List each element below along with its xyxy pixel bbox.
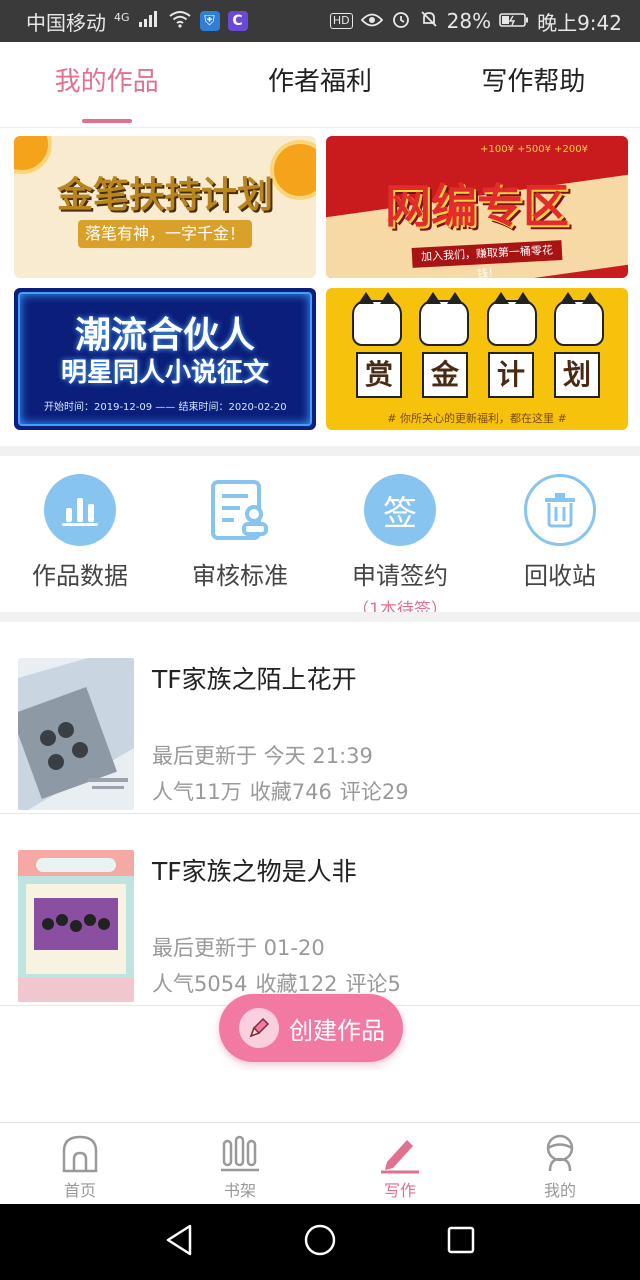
work-favorites: 收藏122: [255, 972, 338, 996]
bar-chart-icon: [44, 474, 116, 546]
work-popularity: 人气11万: [152, 780, 242, 804]
banner-jinbi-plan[interactable]: 金笔扶持计划 落笔有神，一字千金！: [14, 136, 316, 278]
nav-label: 我的: [543, 1181, 576, 1200]
recent-apps-icon[interactable]: [446, 1225, 476, 1259]
banner-shangjin-title: 赏 金 计 划: [356, 352, 600, 398]
pencil-icon: [239, 1008, 279, 1048]
create-work-label: 创建作品: [289, 1016, 385, 1045]
banner-shangjin-char: 计: [488, 352, 534, 398]
c-app-icon: C: [227, 11, 248, 31]
banner-wangbian-title: 网编专区: [385, 179, 569, 233]
action-apply-sign[interactable]: 签 申请签约 （1本待签）: [320, 456, 480, 620]
home-icon: [58, 1131, 102, 1175]
banner-chaoliu-partner[interactable]: 潮流合伙人 明星同人小说征文 开始时间：2019-12-09 —— 结束时间：2…: [14, 288, 316, 430]
work-stats: 人气11万 收藏746 评论29: [152, 776, 417, 806]
sign-icon: 签: [364, 474, 436, 546]
banner-shangjin-char: 划: [554, 352, 600, 398]
top-tabs: 我的作品 作者福利 写作帮助: [0, 42, 640, 128]
nav-write[interactable]: 写作: [320, 1123, 480, 1204]
system-navigation-bar: [0, 1204, 640, 1280]
wifi-icon: [168, 9, 192, 33]
banner-shangjin-plan[interactable]: 赏 金 计 划 # 你所关心的更新福利，都在这里 #: [326, 288, 628, 430]
shield-app-icon: ⛨: [199, 11, 220, 31]
action-review-standard[interactable]: 审核标准: [160, 456, 320, 614]
work-last-updated: 最后更新于 01-20: [152, 936, 325, 960]
action-label: 申请签约: [352, 562, 448, 590]
nav-home[interactable]: 首页: [0, 1123, 160, 1204]
hd-badge: HD: [329, 13, 353, 29]
profile-icon: [538, 1131, 582, 1175]
status-bar: 中国移动 4G ⛨ C HD 28% 晚上9:42: [0, 0, 640, 42]
work-title[interactable]: TF家族之陌上花开: [152, 660, 357, 696]
sign-icon-text: 签: [383, 493, 417, 534]
nav-profile[interactable]: 我的: [480, 1123, 640, 1204]
work-comments: 评论29: [339, 780, 409, 804]
banner-jinbi-title: 金笔扶持计划: [56, 175, 273, 216]
tab-author-benefits[interactable]: 作者福利: [213, 42, 426, 127]
cat-illustration: [553, 292, 604, 346]
alarm-icon: [391, 9, 411, 34]
section-divider: [0, 612, 640, 622]
cat-illustration: [352, 292, 402, 346]
section-divider: [0, 446, 640, 456]
banner-wangbian-note: +100¥ +500¥ +200¥: [480, 144, 588, 155]
clock-time: 晚上9:42: [537, 10, 622, 35]
bookshelf-icon: [218, 1131, 262, 1175]
bottom-navigation: 首页 书架 写作 我的: [0, 1122, 640, 1204]
mute-icon: [419, 9, 439, 34]
action-work-data[interactable]: 作品数据: [0, 456, 160, 614]
tab-my-works[interactable]: 我的作品: [0, 42, 213, 127]
work-item[interactable]: TF家族之陌上花开 最后更新于 今天 21:39 人气11万 收藏746 评论29: [0, 622, 640, 814]
banner-chaoliu-subtitle: 明星同人小说征文: [60, 358, 269, 388]
cat-illustration: [486, 292, 537, 346]
work-comments: 评论5: [345, 972, 401, 996]
pen-icon: [378, 1131, 422, 1175]
battery-icon: [499, 9, 529, 33]
banner-shangjin-char: 金: [422, 352, 468, 398]
banner-shangjin-footer: # 你所关心的更新福利，都在这里 #: [387, 412, 567, 425]
cat-illustration: [419, 292, 470, 346]
action-label: 审核标准: [192, 562, 288, 590]
banner-shangjin-cats: [352, 292, 604, 346]
create-work-button[interactable]: 创建作品: [219, 994, 403, 1062]
trash-icon: [524, 474, 596, 546]
work-last-updated: 最后更新于 今天 21:39: [152, 744, 373, 768]
action-recycle-bin[interactable]: 回收站: [480, 456, 640, 614]
banner-shangjin-char: 赏: [356, 352, 402, 398]
banner-wangbian-zone[interactable]: +100¥ +500¥ +200¥ 网编专区 加入我们，赚取第一桶零花钱！: [326, 136, 628, 278]
works-list: TF家族之陌上花开 最后更新于 今天 21:39 人气11万 收藏746 评论29 …: [0, 622, 640, 1006]
work-title[interactable]: TF家族之物是人非: [152, 852, 357, 888]
eye-icon: [360, 9, 383, 33]
signal-icon: [138, 9, 160, 33]
nav-bookshelf[interactable]: 书架: [160, 1123, 320, 1204]
home-circle-icon[interactable]: [303, 1223, 337, 1261]
banner-chaoliu-title: 潮流合伙人: [74, 315, 255, 356]
banner-jinbi-subtitle: 落笔有神，一字千金！: [78, 220, 252, 248]
work-favorites: 收藏746: [249, 780, 332, 804]
work-popularity: 人气5054: [152, 972, 248, 996]
promo-banners: 金笔扶持计划 落笔有神，一字千金！ +100¥ +500¥ +200¥ 网编专区…: [14, 136, 628, 432]
work-cover-image[interactable]: [18, 658, 134, 810]
action-label: 作品数据: [32, 562, 128, 590]
carrier-label: 中国移动: [26, 10, 106, 35]
document-review-icon: [204, 474, 276, 546]
action-label: 回收站: [524, 562, 596, 590]
nav-label: 首页: [63, 1181, 96, 1200]
battery-percent: 28%: [446, 9, 492, 33]
banner-chaoliu-dates: 开始时间：2019-12-09 —— 结束时间：2020-02-20: [44, 402, 287, 413]
work-item[interactable]: TF家族之物是人非 最后更新于 01-20 人气5054 收藏122 评论5: [0, 814, 640, 1006]
quick-actions: 作品数据 审核标准 签 申请签约 （1本待签） 回收站: [0, 456, 640, 620]
work-cover-image[interactable]: [18, 850, 134, 1002]
network-type: 4G: [114, 10, 130, 24]
back-icon[interactable]: [164, 1223, 194, 1261]
tab-writing-help[interactable]: 写作帮助: [427, 42, 640, 127]
nav-label: 写作: [383, 1181, 416, 1200]
nav-label: 书架: [223, 1181, 256, 1200]
